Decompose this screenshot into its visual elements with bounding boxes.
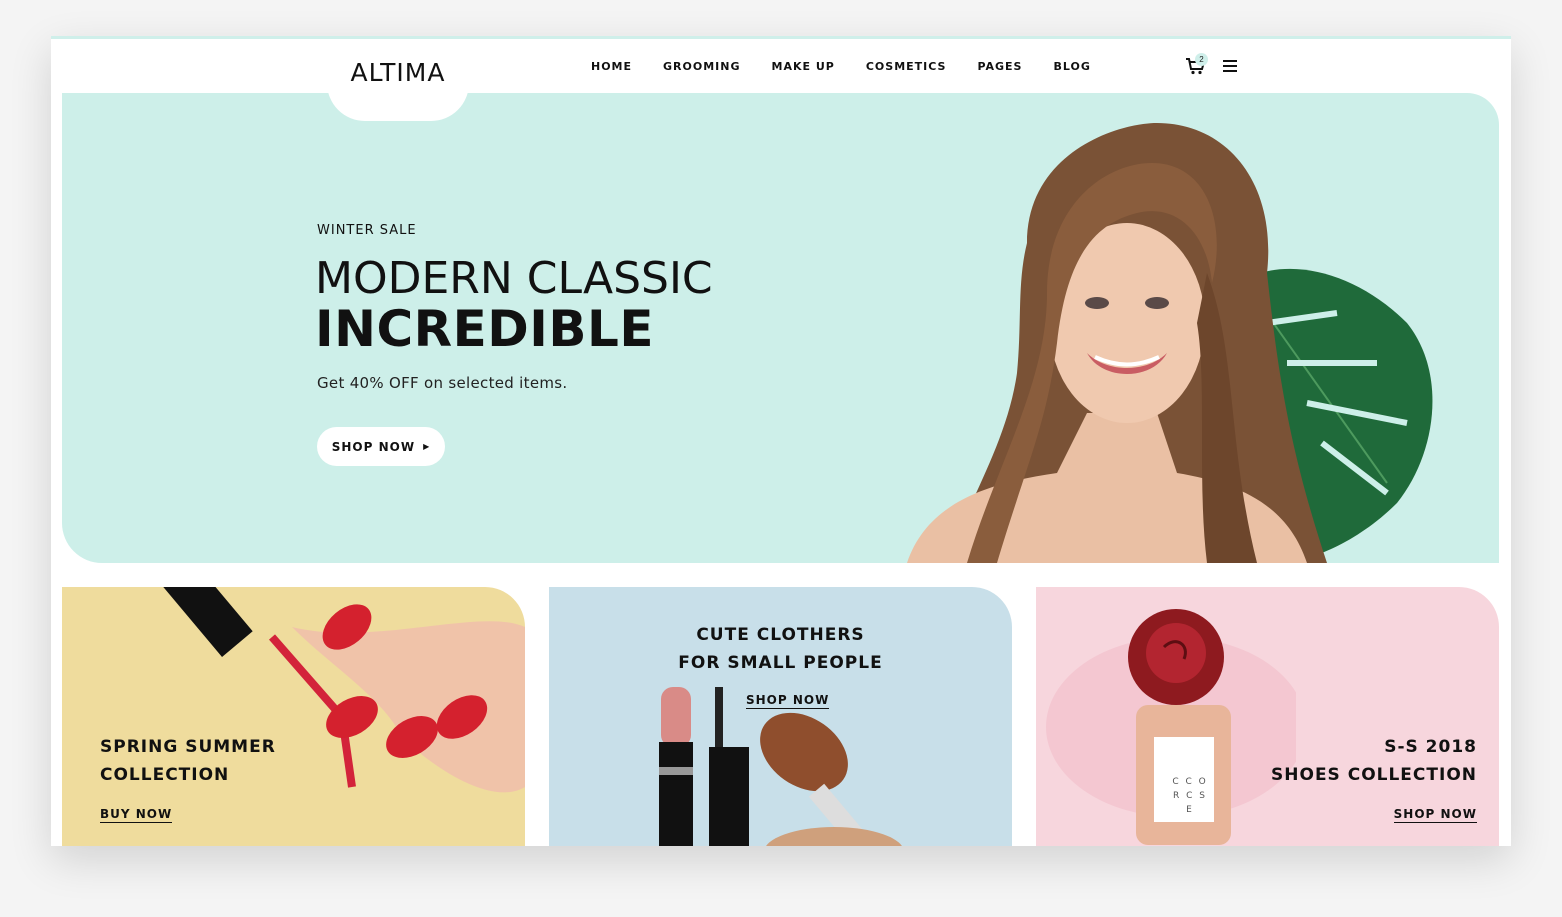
banner2-title-line2: FOR SMALL PEOPLE bbox=[678, 653, 883, 673]
banner3-title-line2: SHOES COLLECTION bbox=[1271, 765, 1477, 785]
makeup-products-image bbox=[659, 687, 902, 846]
banner-shoes-collection[interactable]: C C O R C S E S-S 2018 SHOES COLLECTION … bbox=[1036, 587, 1499, 846]
jar-label-line1: C C O bbox=[1172, 777, 1208, 787]
hero-banner: WINTER SALE MODERN CLASSIC INCREDIBLE Ge… bbox=[62, 93, 1499, 563]
site-logo[interactable]: ALTIMA bbox=[347, 58, 449, 87]
rose-jar-image bbox=[1046, 609, 1296, 845]
banner1-title-line2: COLLECTION bbox=[100, 765, 230, 785]
hero-pretitle: WINTER SALE bbox=[317, 223, 417, 238]
nail-polish-image bbox=[152, 587, 525, 793]
banner-cute-clothers[interactable]: CUTE CLOTHERS FOR SMALL PEOPLE SHOP NOW bbox=[549, 587, 1012, 846]
hero-shop-now-button[interactable]: SHOP NOW ▶ bbox=[317, 427, 445, 466]
hamburger-menu-icon[interactable] bbox=[1223, 60, 1237, 72]
banner3-title-line1: S-S 2018 bbox=[1384, 737, 1477, 757]
banner2-title: CUTE CLOTHERS FOR SMALL PEOPLE bbox=[549, 621, 1012, 677]
model-with-leaf-image bbox=[907, 123, 1433, 563]
nav-blog[interactable]: BLOG bbox=[1053, 60, 1090, 73]
banner1-title-line1: SPRING SUMMER bbox=[100, 737, 276, 757]
hero-title-line2: INCREDIBLE bbox=[315, 300, 655, 358]
hero-button-label: SHOP NOW bbox=[331, 439, 416, 454]
banner2-title-line1: CUTE CLOTHERS bbox=[696, 625, 865, 645]
nav-make-up[interactable]: MAKE UP bbox=[772, 60, 835, 73]
chevron-right-icon: ▶ bbox=[423, 442, 431, 451]
cart-count-badge: 2 bbox=[1195, 53, 1208, 66]
hero-subtitle: Get 40% OFF on selected items. bbox=[317, 374, 568, 392]
nav-cosmetics[interactable]: COSMETICS bbox=[866, 60, 947, 73]
jar-label-line2: R C S E bbox=[1173, 791, 1207, 815]
hero-notch bbox=[327, 93, 469, 121]
nav-grooming[interactable]: GROOMING bbox=[663, 60, 740, 73]
jar-label: C C O R C S E bbox=[1168, 775, 1212, 817]
banner3-shop-now-link[interactable]: SHOP NOW bbox=[1393, 807, 1477, 823]
banner1-title: SPRING SUMMER COLLECTION bbox=[100, 733, 276, 789]
hero-title-line1: MODERN CLASSIC bbox=[315, 253, 713, 304]
main-nav: HOME GROOMING MAKE UP COSMETICS PAGES BL… bbox=[591, 60, 1122, 73]
banner1-buy-now-link[interactable]: BUY NOW bbox=[100, 807, 173, 823]
nav-pages[interactable]: PAGES bbox=[977, 60, 1022, 73]
banner-spring-summer[interactable]: SPRING SUMMER COLLECTION BUY NOW bbox=[62, 587, 525, 846]
top-accent-strip bbox=[51, 36, 1511, 39]
banner3-title: S-S 2018 SHOES COLLECTION bbox=[1271, 733, 1477, 789]
page: ALTIMA HOME GROOMING MAKE UP COSMETICS P… bbox=[51, 36, 1511, 846]
nav-home[interactable]: HOME bbox=[591, 60, 632, 73]
